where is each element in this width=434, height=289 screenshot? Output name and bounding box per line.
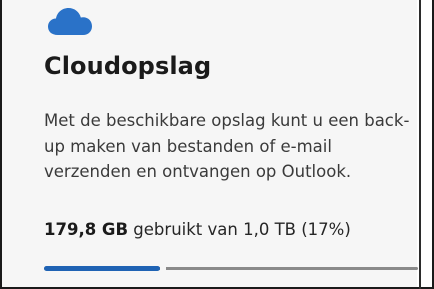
storage-progress-fill [44,266,160,271]
storage-description: Met de beschikbare opslag kunt u een bac… [44,111,410,181]
storage-usage-text: 179,8 GB gebruikt van 1,0 TB (17%) [44,220,351,239]
storage-used-amount: 179,8 GB [44,220,129,239]
page-title: Cloudopslag [44,52,212,80]
storage-usage-detail: gebruikt van 1,0 TB (17%) [128,220,351,239]
storage-progress-gap [160,265,166,272]
cloud-icon [48,8,92,35]
divider-line [419,0,421,289]
